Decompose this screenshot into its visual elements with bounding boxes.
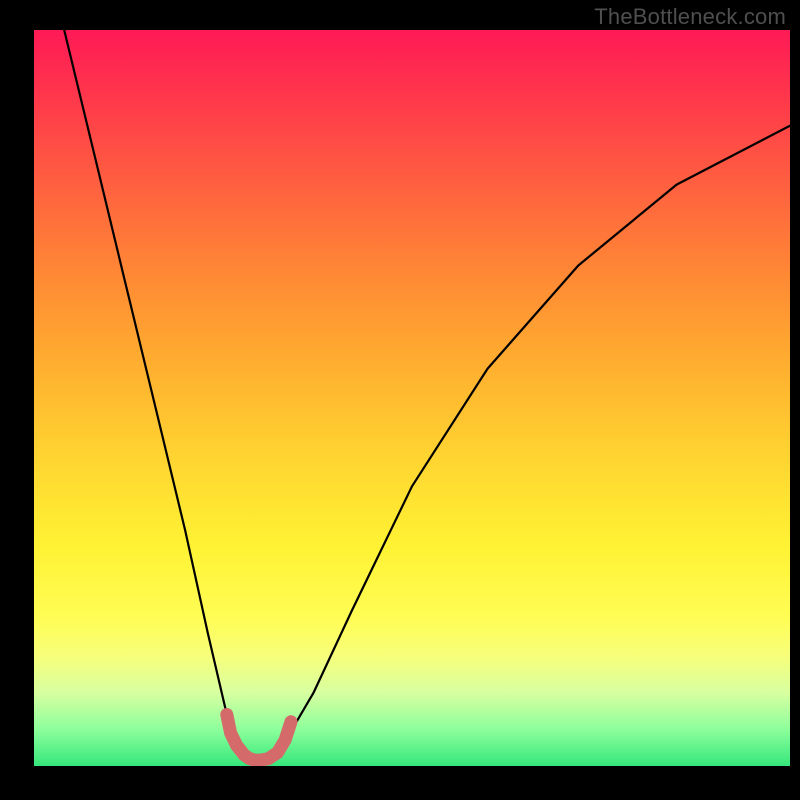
bottleneck-curve-path	[64, 30, 790, 766]
curve-layer	[34, 30, 790, 766]
chart-frame: TheBottleneck.com	[0, 0, 800, 800]
plot-area	[34, 30, 790, 766]
trough-marker-path	[227, 715, 291, 761]
watermark-text: TheBottleneck.com	[594, 4, 786, 30]
